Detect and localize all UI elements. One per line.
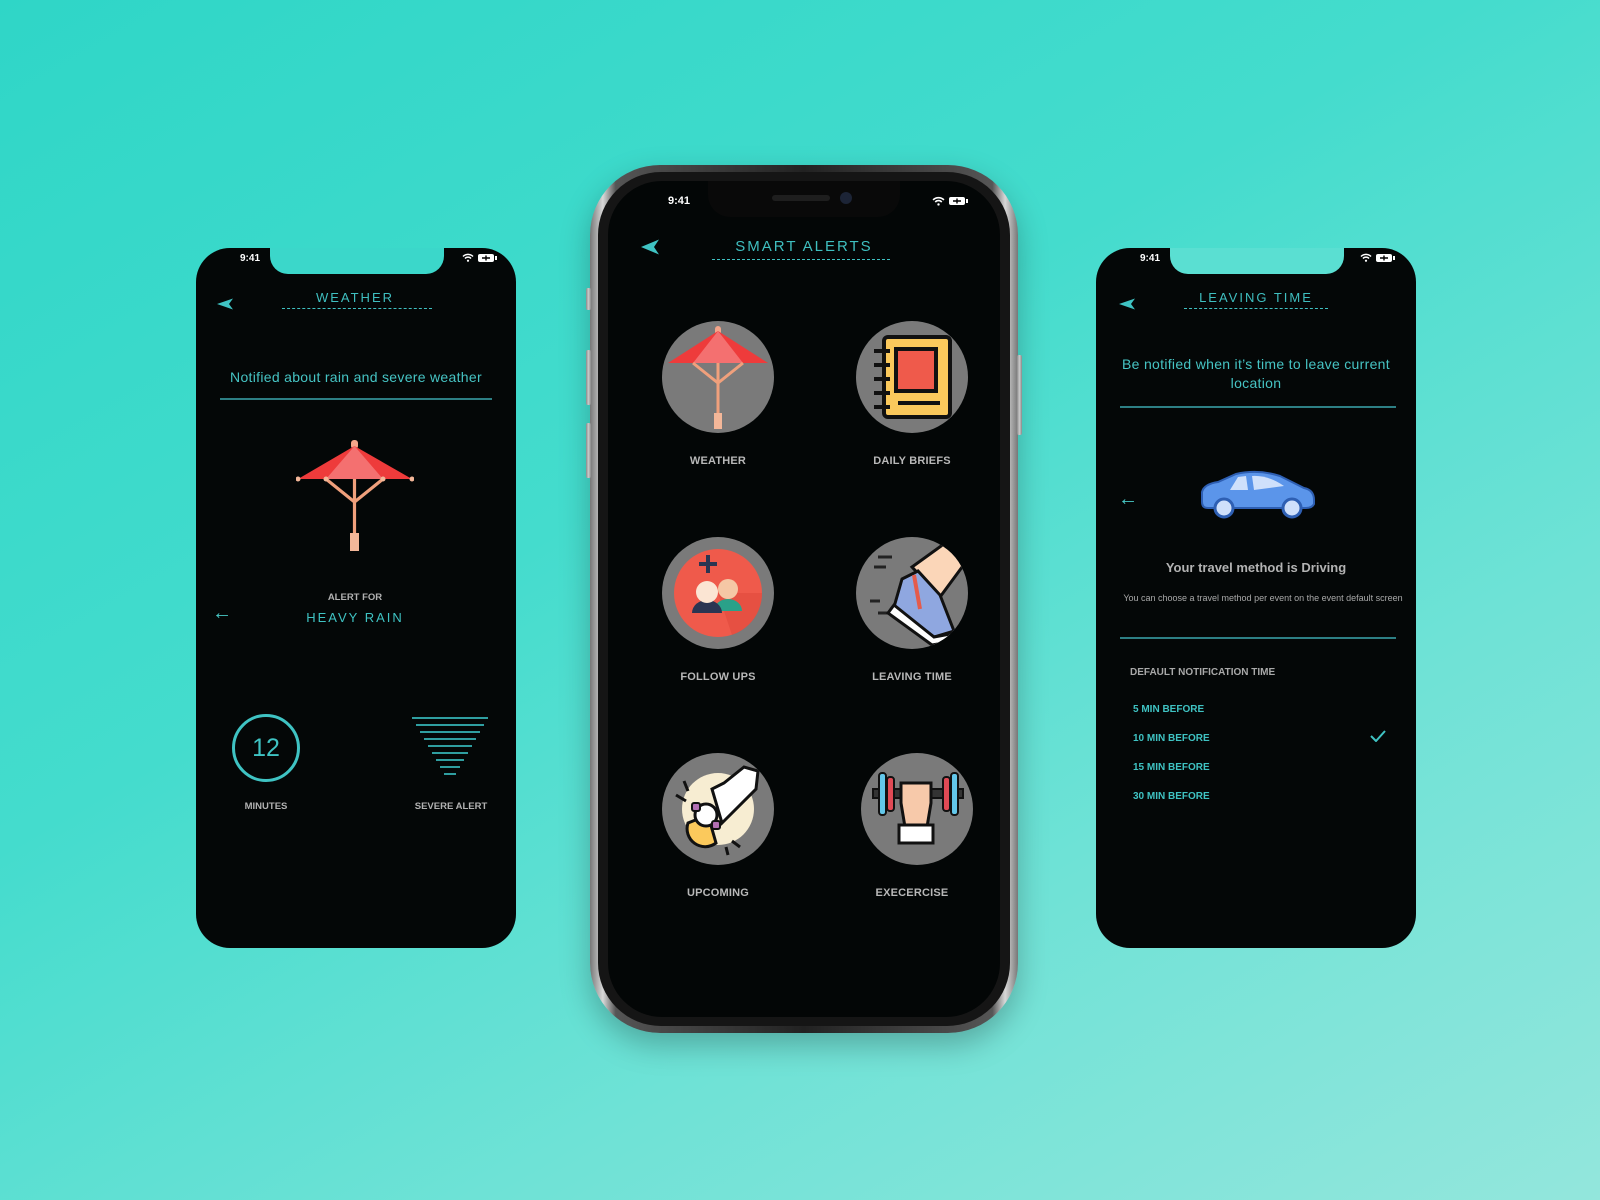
section-divider xyxy=(1120,637,1396,639)
volume-up-button xyxy=(586,350,591,405)
page-title: SMART ALERTS xyxy=(735,238,873,255)
wrist-watch-icon xyxy=(675,765,760,856)
tile-leaving-time[interactable]: LEAVING TIME xyxy=(832,537,992,683)
title-underline xyxy=(712,259,890,260)
status-time: 9:41 xyxy=(240,253,261,264)
tile-circle xyxy=(662,753,774,865)
option-15-min[interactable]: 15 MIN BEFORE xyxy=(1133,762,1210,773)
add-people-icon xyxy=(674,549,763,637)
mute-switch xyxy=(586,288,591,310)
leaving-time-phone: 9:41 LEAVING TIME Be notified when it’s … xyxy=(1096,248,1416,948)
smart-alerts-phone: 9:41 SMART ALERTS WEATHER DAILY BRIEFS F… xyxy=(586,165,1022,1033)
severity-funnel-icon[interactable] xyxy=(410,716,490,776)
travel-heading: Your travel method is Driving xyxy=(1165,560,1347,575)
minutes-value: 12 xyxy=(252,733,280,762)
section-label: DEFAULT NOTIFICATION TIME xyxy=(1130,667,1276,678)
back-triangle-icon[interactable] xyxy=(640,239,660,255)
tile-weather[interactable]: WEATHER xyxy=(638,321,798,467)
battery-icon xyxy=(478,253,497,262)
phone-notch xyxy=(1170,248,1344,274)
back-triangle-icon[interactable] xyxy=(216,298,234,310)
tile-exercise[interactable]: EXECERCISE xyxy=(832,753,992,899)
status-time: 9:41 xyxy=(668,195,691,207)
tile-circle xyxy=(662,321,774,433)
option-10-min[interactable]: 10 MIN BEFORE xyxy=(1133,733,1210,744)
page-subtitle: Notified about rain and severe weather xyxy=(230,369,482,385)
alert-for-label: ALERT FOR xyxy=(327,592,383,603)
phone-notch xyxy=(270,248,444,274)
minutes-label: MINUTES xyxy=(244,801,288,812)
tile-label: FOLLOW UPS xyxy=(680,671,756,683)
umbrella-icon xyxy=(668,326,768,429)
power-button xyxy=(1017,355,1022,435)
severity-label: SEVERE ALERT xyxy=(414,801,488,812)
travel-note: You can choose a travel method per event… xyxy=(1123,593,1403,603)
checkmark-icon xyxy=(1370,730,1386,742)
weather-phone: 9:41 WEATHER Notified about rain and sev… xyxy=(196,248,516,948)
car-icon xyxy=(1201,470,1315,519)
wifi-icon xyxy=(462,253,474,262)
wifi-icon xyxy=(1360,253,1372,262)
volume-down-button xyxy=(586,423,591,478)
status-icons xyxy=(932,196,968,206)
tile-label: WEATHER xyxy=(689,455,747,467)
page-title: LEAVING TIME xyxy=(1199,290,1313,305)
title-underline xyxy=(282,308,432,309)
tile-upcoming[interactable]: UPCOMING xyxy=(638,753,798,899)
back-triangle-icon[interactable] xyxy=(1118,298,1136,310)
status-icons xyxy=(462,253,497,262)
tile-label: DAILY BRIEFS xyxy=(873,455,951,467)
tile-circle xyxy=(856,537,968,649)
alert-type: HEAVY RAIN xyxy=(306,610,404,625)
tile-label: LEAVING TIME xyxy=(872,671,952,683)
battery-icon xyxy=(949,197,968,205)
dumbbell-icon xyxy=(872,772,964,845)
page-title: WEATHER xyxy=(315,290,395,305)
arrow-left-icon[interactable]: ← xyxy=(212,603,232,623)
running-shoe-icon xyxy=(870,539,968,647)
tile-circle xyxy=(662,537,774,649)
tile-daily-briefs[interactable]: DAILY BRIEFS xyxy=(832,321,992,467)
phone-screen: 9:41 SMART ALERTS WEATHER DAILY BRIEFS F… xyxy=(608,181,1000,1017)
phone-notch xyxy=(708,181,900,217)
notebook-icon xyxy=(874,335,952,419)
option-5-min[interactable]: 5 MIN BEFORE xyxy=(1133,704,1204,715)
speaker-grille xyxy=(772,195,830,201)
page-subtitle: Be notified when it’s time to leave curr… xyxy=(1122,356,1390,391)
front-camera xyxy=(840,192,852,204)
status-time: 9:41 xyxy=(1140,253,1161,264)
tile-follow-ups[interactable]: FOLLOW UPS xyxy=(638,537,798,683)
wifi-icon xyxy=(932,196,945,206)
tile-label: UPCOMING xyxy=(686,887,750,899)
subtitle-divider xyxy=(220,398,492,400)
minutes-ring[interactable]: 12 xyxy=(232,714,300,782)
option-30-min[interactable]: 30 MIN BEFORE xyxy=(1133,791,1210,802)
tile-label: EXECERCISE xyxy=(875,887,949,899)
battery-icon xyxy=(1376,253,1395,262)
subtitle-divider xyxy=(1120,406,1396,408)
arrow-left-icon[interactable]: ← xyxy=(1118,489,1138,509)
status-icons xyxy=(1360,253,1395,262)
tile-circle xyxy=(856,321,968,433)
title-underline xyxy=(1184,308,1328,309)
umbrella-icon xyxy=(296,440,414,551)
tile-circle xyxy=(861,753,973,865)
